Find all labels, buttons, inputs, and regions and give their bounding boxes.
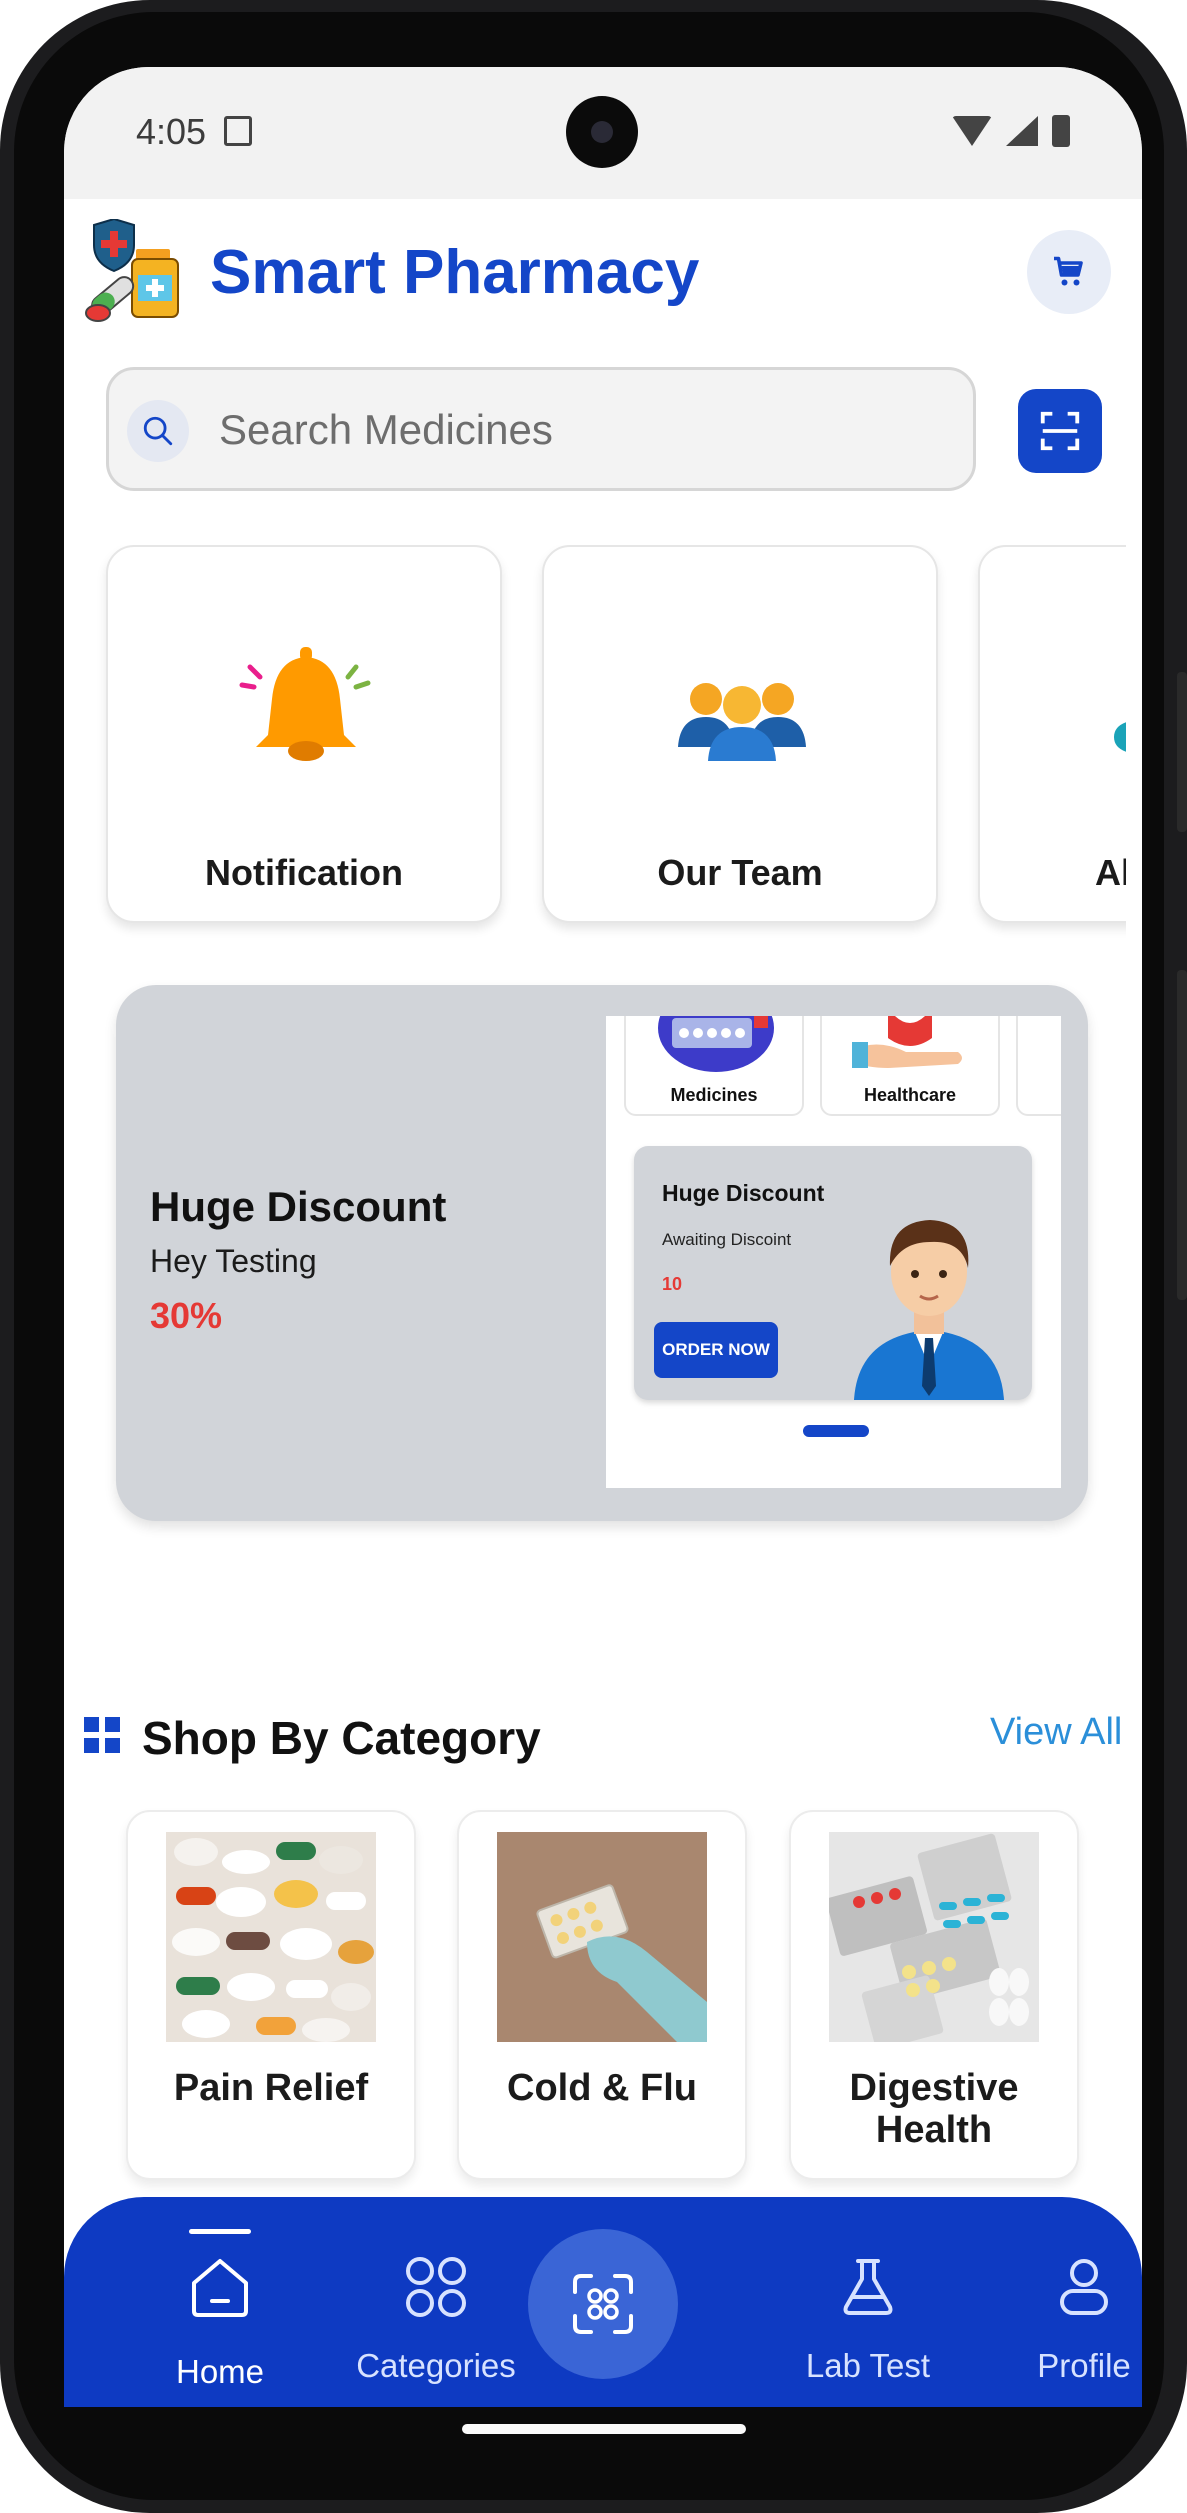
promo-banner[interactable]: Huge Discount Hey Testing 30% Medicines …: [116, 985, 1088, 1521]
nav-label: Categories: [356, 2347, 516, 2384]
view-all-link[interactable]: View All: [990, 1711, 1122, 1754]
home-icon: [192, 2259, 248, 2317]
status-time: 4:05: [136, 111, 207, 152]
barcode-scan-button[interactable]: [1018, 389, 1102, 473]
quick-card-partial[interactable]: Al: [978, 545, 1126, 923]
preview-card-value: 10: [662, 1274, 683, 1294]
blister-packs-photo: [829, 1832, 1039, 2042]
bottom-navigation: Home Categories Lab Test Profile: [64, 2197, 1142, 2407]
nav-scan-button[interactable]: [528, 2229, 678, 2379]
pills-photo: [166, 1832, 376, 2042]
preview-category-medicines: Medicines: [624, 1016, 804, 1116]
banner-discount: 30%: [150, 1295, 223, 1336]
quick-card-notification[interactable]: Notification: [106, 545, 502, 923]
scan-frame-icon: [1040, 411, 1080, 451]
section-title: Shop By Category: [142, 1712, 541, 1764]
banner-preview-image: Medicines Healthcare Huge Discount Await…: [606, 1016, 1061, 1488]
category-label: Pain Relief: [173, 2067, 369, 2109]
preview-category-label: Medicines: [670, 1085, 758, 1105]
preview-card-subtitle: Awaiting Discoint: [662, 1230, 792, 1249]
wifi-icon: [952, 116, 992, 146]
sim-icon: [224, 116, 252, 146]
nav-label: Profile: [1037, 2347, 1131, 2384]
grid-icon: [406, 2257, 466, 2317]
category-label: Digestive Health: [849, 2067, 1019, 2151]
cart-icon: [1054, 256, 1083, 286]
preview-category-label: Healthcare: [863, 1085, 957, 1105]
flask-icon: [843, 2259, 893, 2315]
grid-section-icon: [84, 1717, 120, 1753]
preview-discount-card: Huge Discount Awaiting Discoint 10 ORDER…: [634, 1146, 1032, 1400]
banner-subtitle: Hey Testing: [150, 1243, 317, 1279]
cart-button[interactable]: [1027, 230, 1111, 314]
front-camera: [566, 96, 638, 168]
app-screen: 4:05 Smart Pharmacy Search Medicines Not…: [64, 67, 1142, 2407]
preview-category-healthcare: Healthcare: [820, 1016, 1000, 1116]
category-card-pain-relief[interactable]: Pain Relief: [126, 1810, 416, 2180]
doctor-avatar-icon: [854, 1220, 1004, 1400]
home-indicator[interactable]: [462, 2424, 746, 2434]
nav-label: Home: [175, 2353, 265, 2390]
category-card-digestive-health[interactable]: Digestive Health: [789, 1810, 1079, 2180]
partial-icon: [1114, 722, 1126, 752]
team-icon: [678, 683, 806, 761]
nav-profile[interactable]: Profile: [984, 2197, 1142, 2397]
gloved-hand-photo: [497, 1832, 707, 2042]
app-title: Smart Pharmacy: [210, 238, 700, 307]
search-bar[interactable]: [106, 367, 976, 491]
banner-title: Huge Discount: [150, 1183, 447, 1230]
carousel-indicator: [803, 1425, 869, 1437]
active-indicator: [189, 2229, 251, 2234]
status-bar: 4:05: [64, 67, 1142, 199]
power-button: [1177, 672, 1187, 832]
pharmacy-logo-icon: [85, 219, 179, 322]
nav-label: Lab Test: [805, 2347, 931, 2384]
quick-card-label: Our Team: [657, 852, 823, 893]
volume-button: [1177, 970, 1187, 1300]
pills-icon: [658, 1016, 774, 1072]
search-icon: [127, 400, 189, 462]
user-icon: [1060, 2259, 1108, 2315]
nav-categories[interactable]: Categories: [336, 2197, 536, 2397]
category-card-cold-flu[interactable]: Cold & Flu: [457, 1810, 747, 2180]
quick-card-label: Al: [1095, 852, 1126, 893]
signal-icon: [1006, 116, 1038, 146]
phone-frame: 4:05 Smart Pharmacy Search Medicines Not…: [0, 0, 1187, 2513]
quick-card-label: Notification: [205, 852, 403, 893]
nav-lab-test[interactable]: Lab Test: [768, 2197, 968, 2397]
preview-category-next: [1016, 1016, 1061, 1116]
battery-icon: [1052, 115, 1070, 147]
hand-heart-icon: [852, 1016, 962, 1068]
search-input[interactable]: [217, 390, 937, 470]
quick-actions-row: Notification Our Team Al: [64, 545, 1126, 945]
category-label: Cold & Flu: [507, 2067, 697, 2109]
scan-icon: [573, 2274, 633, 2334]
quick-card-our-team[interactable]: Our Team: [542, 545, 938, 923]
bell-icon: [239, 647, 371, 761]
phone-bezel: 4:05 Smart Pharmacy Search Medicines Not…: [14, 12, 1164, 2500]
preview-card-title: Huge Discount: [662, 1180, 825, 1206]
nav-home[interactable]: Home: [120, 2197, 320, 2397]
status-icons: [952, 115, 1070, 147]
preview-order-button: ORDER NOW: [654, 1322, 778, 1378]
